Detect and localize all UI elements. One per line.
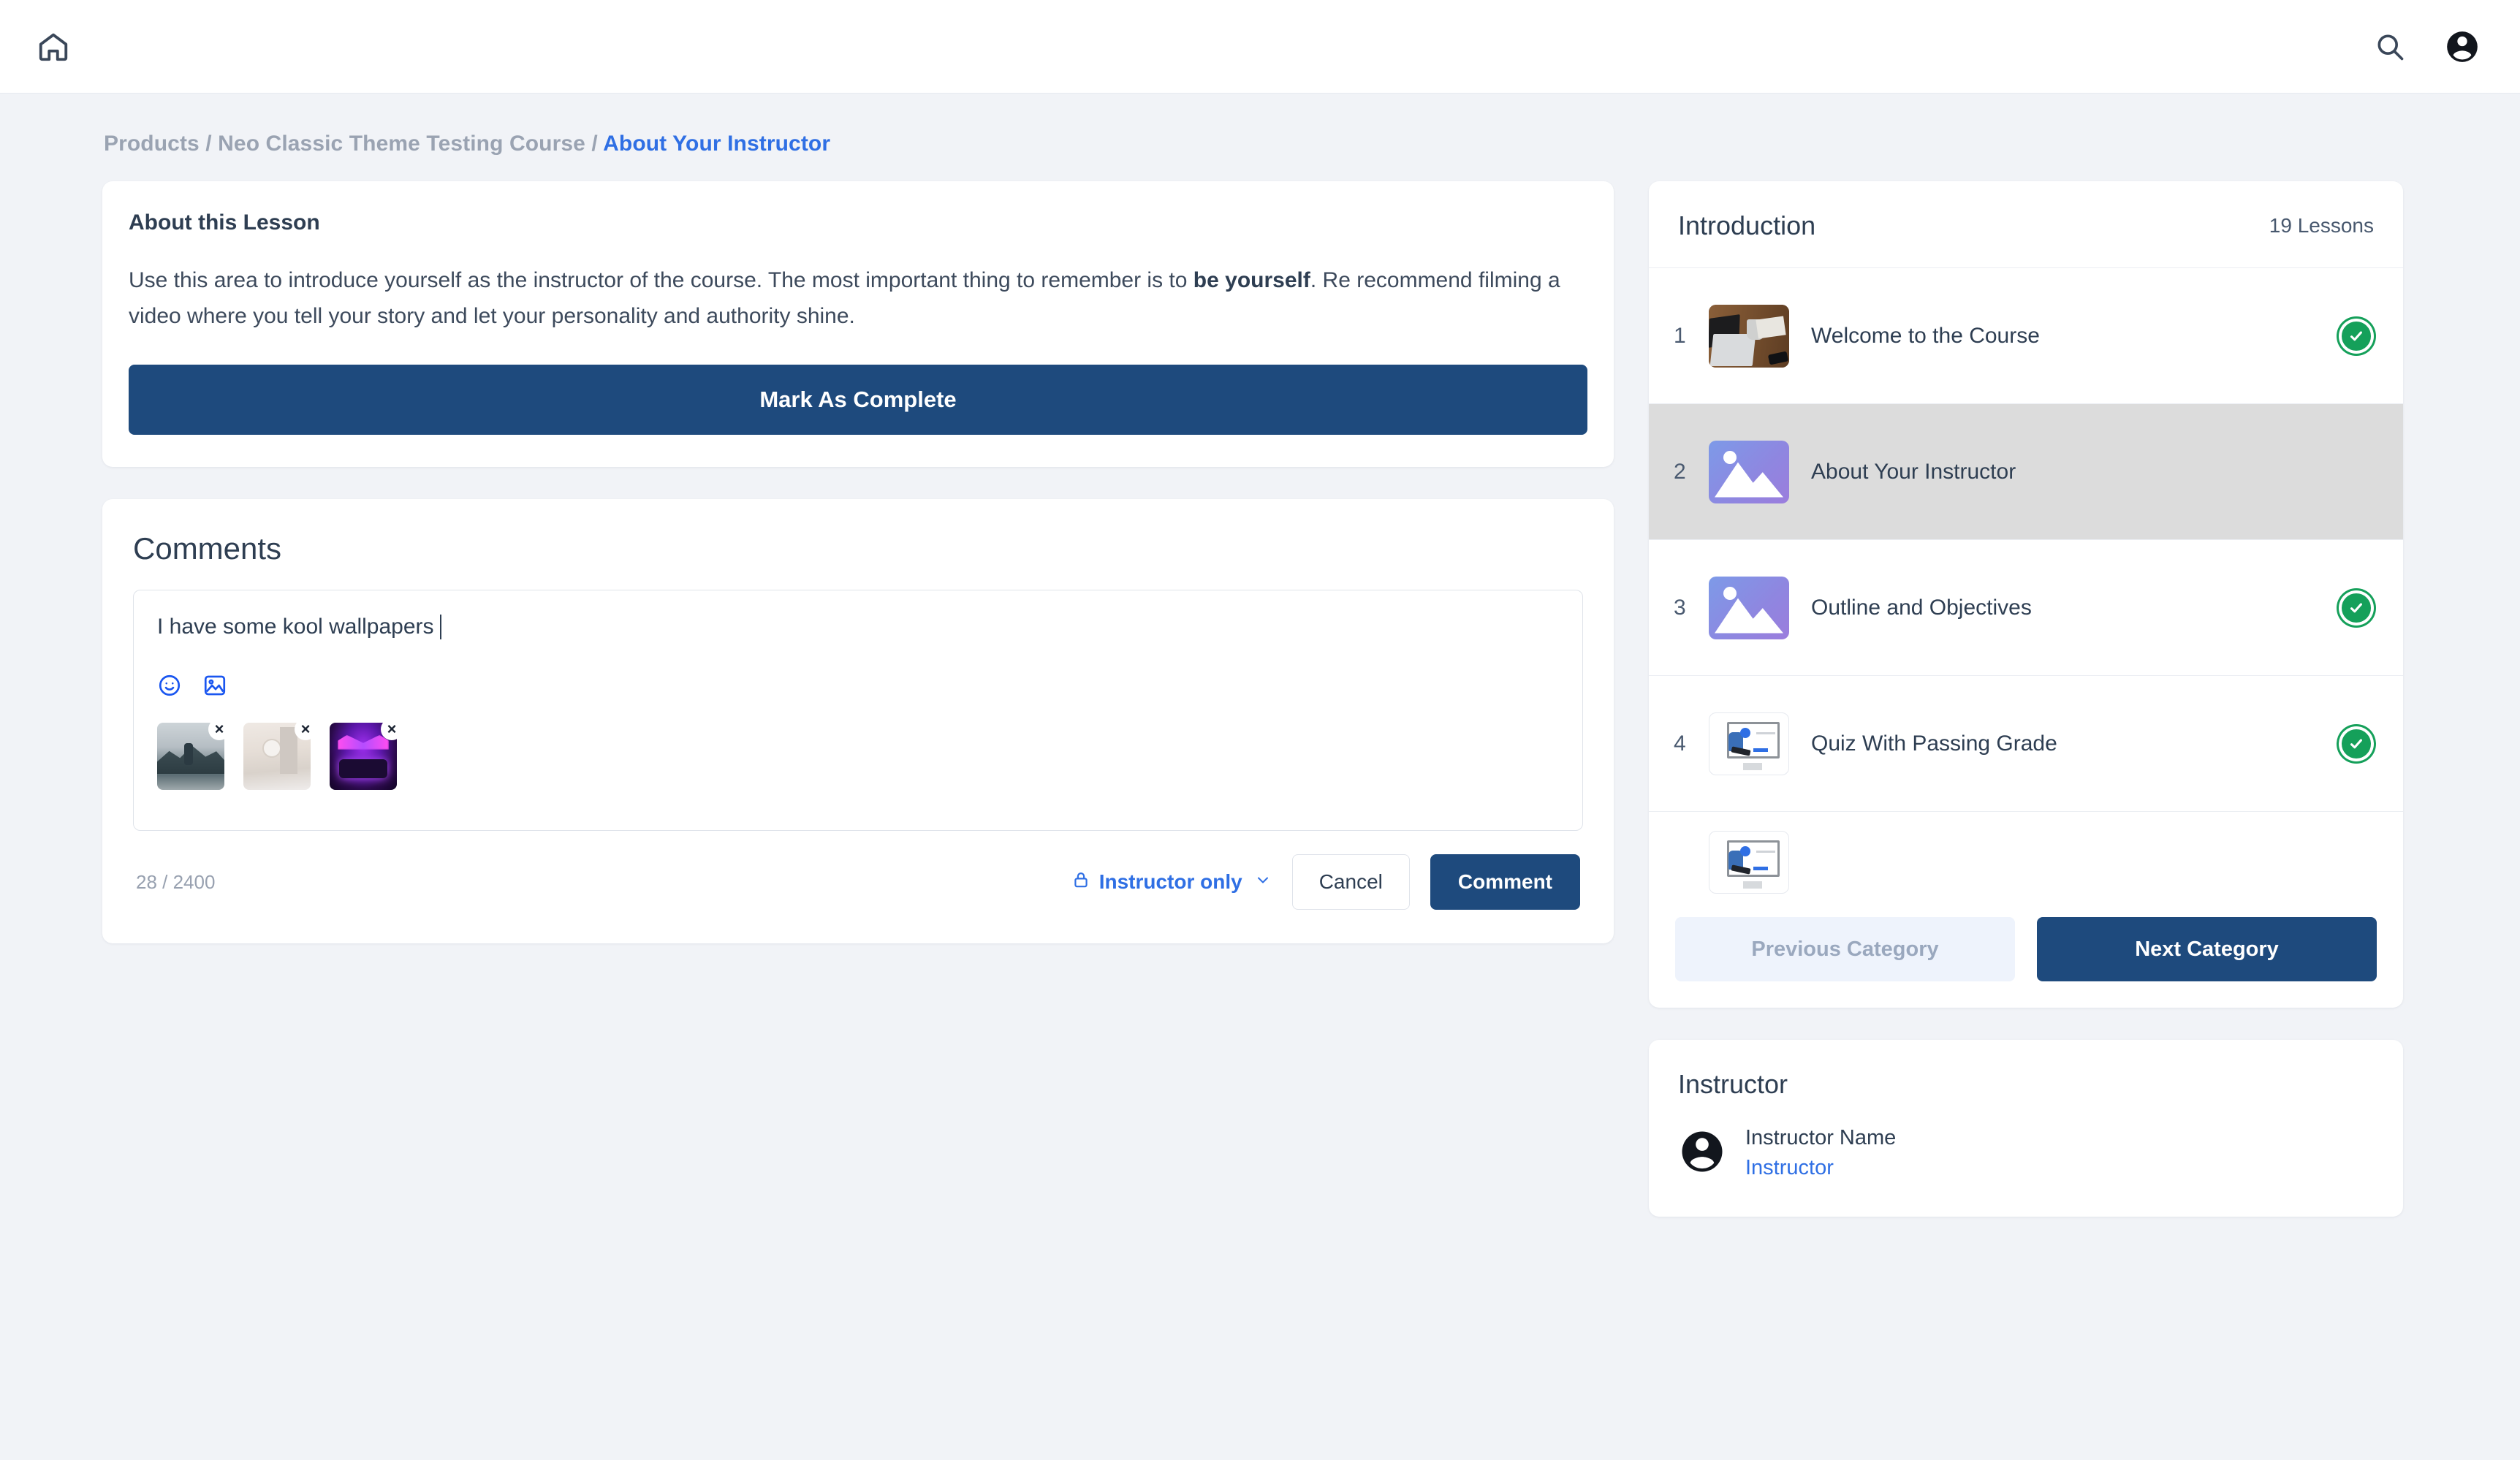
curriculum-header: Introduction 19 Lessons [1649, 181, 2403, 268]
home-icon[interactable] [37, 30, 70, 64]
completed-check-icon [2342, 321, 2371, 351]
page-body: Products / Neo Classic Theme Testing Cou… [0, 94, 2520, 1217]
two-column-layout: About this Lesson Use this area to intro… [102, 181, 2418, 1217]
previous-category-button[interactable]: Previous Category [1675, 917, 2015, 981]
lesson-list-item-4[interactable]: 4 Quiz With Passing Grade [1649, 676, 2403, 812]
lesson-title: Outline and Objectives [1811, 595, 2032, 620]
lesson-count: 19 Lessons [2269, 214, 2374, 237]
lesson-list-item-5-partial[interactable] [1649, 812, 2403, 894]
breadcrumb-separator-2: / [591, 132, 598, 156]
lesson-thumbnail-quiz-illustration [1709, 712, 1789, 775]
attachment-thumbnails: × × × [157, 718, 1559, 791]
category-title: Introduction [1678, 210, 1816, 240]
main-column: About this Lesson Use this area to intro… [102, 181, 1614, 944]
instructor-details: Instructor Name Instructor [1745, 1126, 1896, 1180]
lesson-number: 3 [1674, 595, 1686, 620]
composer-actions: Instructor only Cancel Comment [1071, 854, 1580, 910]
account-circle-icon[interactable] [2444, 28, 2481, 65]
lesson-thumbnail-placeholder [1709, 576, 1789, 639]
lesson-title: About Your Instructor [1811, 459, 2016, 484]
chevron-down-icon [1254, 871, 1272, 894]
remove-attachment-3-button[interactable]: × [381, 718, 403, 741]
lesson-list-item-1[interactable]: 1 Welcome to the Course [1649, 268, 2403, 404]
lesson-description-emphasis: be yourself [1193, 268, 1310, 292]
instructor-name: Instructor Name [1745, 1126, 1897, 1149]
neon-car-wallpaper-thumbnail[interactable]: × [330, 718, 403, 791]
course-curriculum-card: Introduction 19 Lessons 1 Welcome to the… [1649, 181, 2403, 1008]
completed-check-icon [2342, 729, 2371, 758]
avatar [1678, 1128, 1726, 1179]
cancel-button[interactable]: Cancel [1291, 854, 1410, 910]
comments-card: Comments I have some kool wallpapers × ×… [102, 499, 1614, 944]
sidebar-column: Introduction 19 Lessons 1 Welcome to the… [1649, 181, 2403, 1217]
lesson-list-item-3[interactable]: 3 Outline and Objectives [1649, 540, 2403, 676]
comments-heading: Comments [133, 531, 282, 566]
page-title: About this Lesson [129, 210, 320, 235]
lesson-number: 2 [1674, 459, 1686, 484]
breadcrumb-item-products[interactable]: Products [104, 132, 200, 156]
breadcrumb-item-course[interactable]: Neo Classic Theme Testing Course [218, 132, 585, 156]
topbar-left-group [37, 30, 70, 64]
mark-as-complete-button[interactable]: Mark As Complete [129, 365, 1587, 436]
text-cursor [439, 614, 441, 639]
comment-input-value: I have some kool wallpapers [157, 615, 434, 639]
lesson-number: 1 [1674, 323, 1686, 348]
instructor-row: Instructor Name Instructor [1678, 1126, 2374, 1180]
content-container: Products / Neo Classic Theme Testing Cou… [102, 132, 2418, 1217]
top-navigation-bar [0, 0, 2520, 94]
lesson-description-part1: Use this area to introduce yourself as t… [129, 268, 1193, 292]
submit-comment-button[interactable]: Comment [1430, 854, 1580, 910]
lesson-thumbnail-quiz-illustration [1709, 831, 1789, 894]
about-lesson-card: About this Lesson Use this area to intro… [102, 181, 1614, 468]
composer-footer: 28 / 2400 Instructor only Cancel Comment [133, 854, 1583, 910]
lesson-number: 4 [1674, 731, 1686, 756]
lesson-title: Welcome to the Course [1811, 323, 2040, 348]
instructor-heading: Instructor [1678, 1069, 1788, 1099]
mountain-wallpaper-thumbnail[interactable]: × [157, 718, 230, 791]
lesson-title: Quiz With Passing Grade [1811, 731, 2057, 756]
lesson-description: Use this area to introduce yourself as t… [129, 263, 1587, 334]
visibility-label: Instructor only [1098, 870, 1242, 894]
breadcrumb-item-current: About Your Instructor [603, 132, 831, 156]
remove-attachment-2-button[interactable]: × [295, 718, 316, 741]
emoji-smiley-icon[interactable] [157, 673, 182, 698]
breadcrumb: Products / Neo Classic Theme Testing Cou… [102, 132, 2418, 156]
remove-attachment-1-button[interactable]: × [208, 718, 230, 741]
lock-icon [1071, 870, 1090, 894]
breadcrumb-separator-1: / [205, 132, 212, 156]
topbar-right-group [2374, 28, 2481, 65]
completed-check-icon [2342, 593, 2371, 623]
instructor-role-link[interactable]: Instructor [1745, 1156, 1896, 1180]
next-category-button[interactable]: Next Category [2037, 917, 2377, 981]
comment-composer[interactable]: I have some kool wallpapers × × × [133, 590, 1583, 832]
character-counter: 28 / 2400 [136, 870, 216, 893]
image-upload-icon[interactable] [202, 673, 227, 698]
comment-input[interactable]: I have some kool wallpapers [157, 612, 1559, 641]
search-icon[interactable] [2374, 31, 2406, 63]
composer-toolbar [157, 673, 1559, 698]
lesson-thumbnail-desk-photo [1709, 304, 1789, 368]
lesson-thumbnail-placeholder [1709, 440, 1789, 503]
interior-room-wallpaper-thumbnail[interactable]: × [243, 718, 316, 791]
visibility-dropdown[interactable]: Instructor only [1071, 870, 1272, 894]
lesson-list-item-2[interactable]: 2 About Your Instructor [1649, 404, 2403, 540]
instructor-card: Instructor Instructor Name Instructor [1649, 1040, 2403, 1217]
category-navigation: Previous Category Next Category [1649, 894, 2403, 1008]
